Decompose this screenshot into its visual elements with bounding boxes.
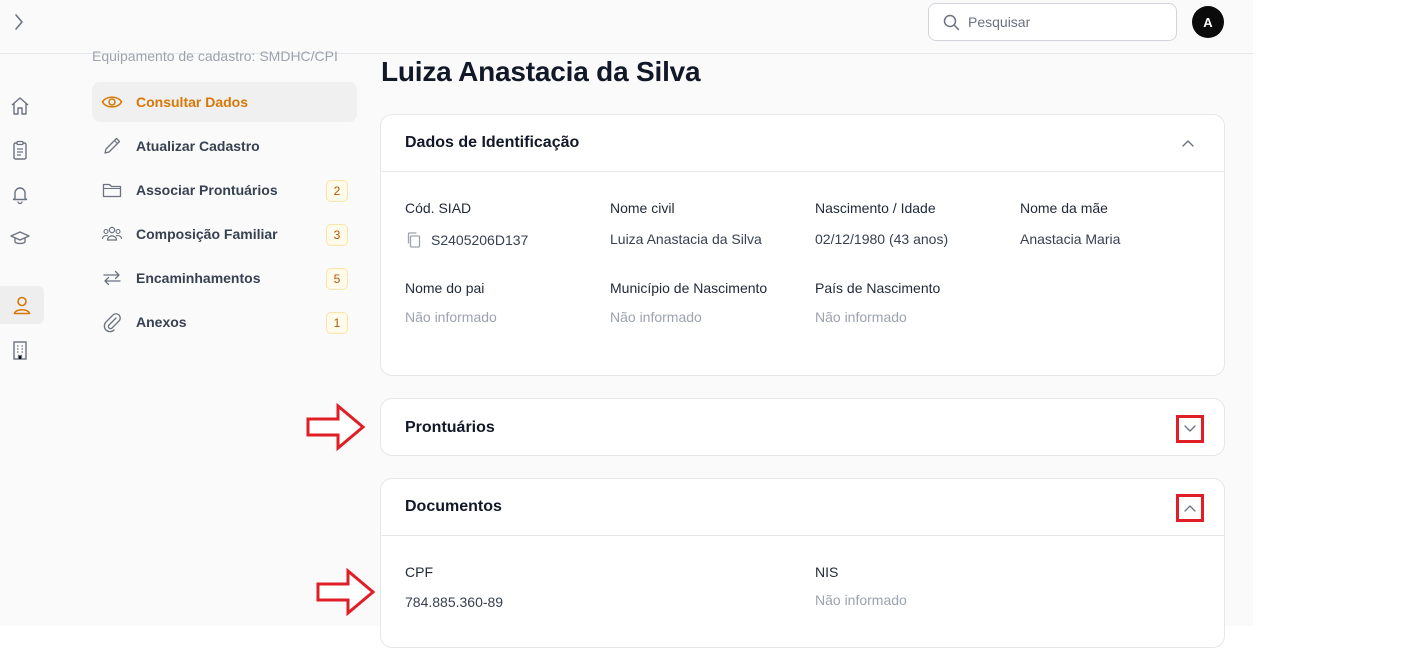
expand-sidebar-button[interactable] bbox=[8, 10, 30, 34]
field-cpf: CPF 784.885.360-89 bbox=[405, 564, 605, 610]
field-value: Não informado bbox=[610, 309, 702, 325]
card-title: Prontuários bbox=[405, 418, 495, 436]
rail-records[interactable] bbox=[0, 132, 40, 168]
cod-siad-value: S2405206D137 bbox=[431, 232, 529, 248]
documentos-card-header[interactable]: Documentos bbox=[381, 479, 1224, 536]
field-municipio-nascimento: Município de Nascimento Não informado bbox=[610, 280, 810, 325]
search-input[interactable] bbox=[968, 14, 1158, 30]
eye-icon bbox=[92, 91, 132, 113]
field-label: Município de Nascimento bbox=[610, 280, 768, 296]
field-value: Luiza Anastacia da Silva bbox=[610, 231, 762, 247]
card-title: Dados de Identificação bbox=[405, 134, 580, 151]
chevron-up-icon bbox=[1182, 140, 1194, 147]
field-value: Não informado bbox=[405, 309, 497, 325]
icon-rail bbox=[0, 55, 44, 626]
nav-item-associar-prontuarios[interactable]: Associar Prontuários 2 bbox=[92, 170, 357, 210]
nav-item-label: Encaminhamentos bbox=[136, 270, 261, 286]
people-icon bbox=[92, 223, 132, 245]
paperclip-icon bbox=[92, 311, 132, 333]
field-label: Nome do pai bbox=[405, 280, 485, 296]
identification-card: Dados de Identificação Cód. SIAD S240520… bbox=[380, 114, 1225, 376]
field-label: Nascimento / Idade bbox=[815, 200, 936, 216]
field-label: CPF bbox=[405, 564, 433, 580]
field-cod-siad: Cód. SIAD S2405206D137 bbox=[405, 200, 605, 249]
field-value: 02/12/1980 (43 anos) bbox=[815, 231, 949, 247]
identification-card-header[interactable]: Dados de Identificação bbox=[381, 115, 1224, 172]
nav-item-composicao-familiar[interactable]: Composição Familiar 3 bbox=[92, 214, 357, 254]
field-value: Não informado bbox=[815, 309, 907, 325]
user-icon bbox=[13, 296, 31, 315]
field-value: Não informado bbox=[815, 592, 907, 608]
graduation-cap-icon bbox=[10, 231, 30, 245]
search-box[interactable] bbox=[928, 3, 1177, 41]
search-icon bbox=[943, 14, 960, 30]
field-pais-nascimento: País de Nascimento Não informado bbox=[815, 280, 1015, 325]
count-badge: 5 bbox=[326, 268, 348, 290]
bell-icon bbox=[12, 187, 28, 205]
nav-item-label: Composição Familiar bbox=[136, 226, 278, 242]
field-nascimento-idade: Nascimento / Idade 02/12/1980 (43 anos) bbox=[815, 200, 1015, 247]
page-title: Luiza Anastacia da Silva bbox=[381, 56, 701, 87]
card-title: Documentos bbox=[405, 498, 502, 515]
count-badge: 3 bbox=[326, 224, 348, 246]
nav-item-label: Consultar Dados bbox=[136, 94, 249, 110]
pencil-icon bbox=[92, 135, 132, 157]
rail-organization[interactable] bbox=[0, 332, 40, 368]
app-window: A Equipamento de cadastro: SMDHC/CPI Co bbox=[0, 0, 1253, 648]
field-label: Cód. SIAD bbox=[405, 200, 472, 216]
folder-icon bbox=[92, 179, 132, 201]
top-header: A bbox=[0, 0, 1253, 54]
avatar[interactable]: A bbox=[1192, 6, 1224, 38]
field-nome-civil: Nome civil Luiza Anastacia da Silva bbox=[610, 200, 810, 247]
nav-item-encaminhamentos[interactable]: Encaminhamentos 5 bbox=[92, 258, 357, 298]
field-label: Nome da mãe bbox=[1020, 200, 1108, 216]
documentos-card: Documentos CPF 784.885.360-89 NIS Não in… bbox=[380, 478, 1225, 648]
home-icon bbox=[11, 97, 29, 115]
clipboard-icon bbox=[13, 140, 27, 160]
nav-item-atualizar-cadastro[interactable]: Atualizar Cadastro bbox=[92, 126, 357, 166]
empty-area bbox=[1253, 0, 1411, 626]
rail-home[interactable] bbox=[0, 88, 40, 124]
field-value: S2405206D137 bbox=[405, 231, 605, 249]
chevron-up-icon bbox=[1184, 505, 1196, 512]
nav-item-label: Anexos bbox=[136, 314, 187, 330]
field-label: NIS bbox=[815, 564, 839, 580]
field-value: Anastacia Maria bbox=[1020, 231, 1121, 247]
rail-person[interactable] bbox=[0, 286, 44, 324]
copy-icon[interactable] bbox=[405, 231, 423, 249]
rail-notifications[interactable] bbox=[0, 176, 40, 212]
prontuarios-card-header[interactable]: Prontuários bbox=[381, 399, 1224, 456]
prontuarios-card: Prontuários bbox=[380, 398, 1225, 456]
rail-education[interactable] bbox=[0, 220, 40, 256]
chevron-down-icon bbox=[1184, 425, 1196, 432]
registration-unit-caption: Equipamento de cadastro: SMDHC/CPI bbox=[92, 48, 338, 64]
field-nome-mae: Nome da mãe Anastacia Maria bbox=[1020, 200, 1220, 247]
arrows-exchange-icon bbox=[92, 267, 132, 289]
annotation-arrow-icon bbox=[306, 402, 366, 452]
building-icon bbox=[13, 341, 27, 360]
field-nome-pai: Nome do pai Não informado bbox=[405, 280, 605, 325]
field-label: País de Nascimento bbox=[815, 280, 941, 296]
nav-item-consultar-dados[interactable]: Consultar Dados bbox=[92, 82, 357, 122]
field-value: 784.885.360-89 bbox=[405, 594, 504, 610]
field-label: Nome civil bbox=[610, 200, 675, 216]
count-badge: 1 bbox=[326, 312, 348, 334]
collapse-toggle[interactable] bbox=[1174, 129, 1202, 157]
expand-toggle[interactable] bbox=[1176, 415, 1204, 443]
chevron-right-icon bbox=[15, 14, 23, 30]
field-nis: NIS Não informado bbox=[815, 564, 1015, 608]
nav-item-label: Associar Prontuários bbox=[136, 182, 278, 198]
nav-item-anexos[interactable]: Anexos 1 bbox=[92, 302, 357, 342]
nav-item-label: Atualizar Cadastro bbox=[136, 138, 260, 154]
count-badge: 2 bbox=[326, 180, 348, 202]
collapse-toggle[interactable] bbox=[1176, 494, 1204, 522]
annotation-arrow-icon bbox=[316, 567, 376, 617]
